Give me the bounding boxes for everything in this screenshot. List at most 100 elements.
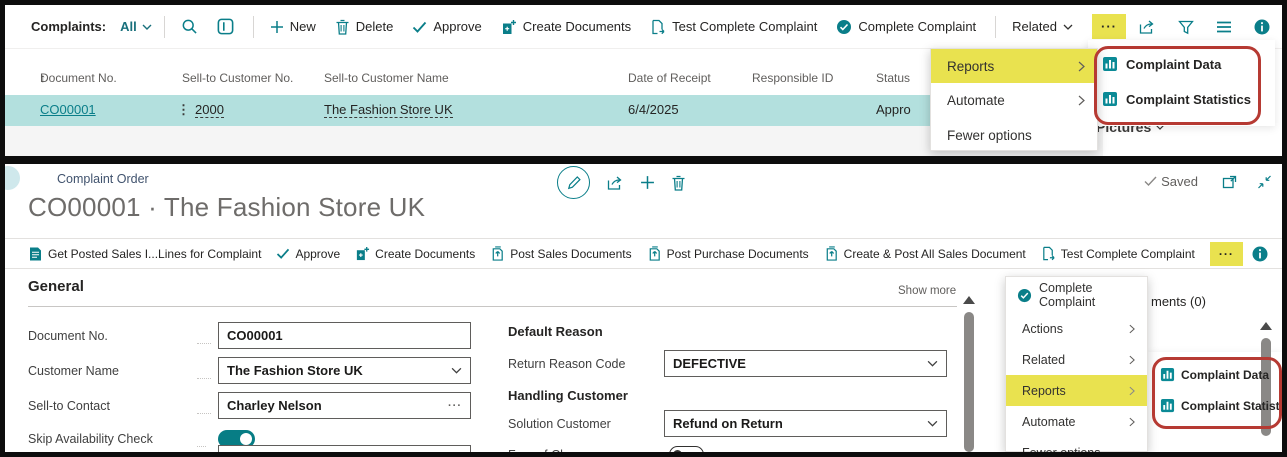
create-documents-button[interactable]: Create Documents xyxy=(501,19,631,35)
more-options-button[interactable]: ··· xyxy=(1210,242,1243,266)
card-action-bar: Get Posted Sales I...Lines for Complaint… xyxy=(5,238,1282,269)
complaint-order-page: Complaint Order Saved CO00001 · The Fash… xyxy=(5,164,1282,452)
menu-item-related[interactable]: Related xyxy=(1006,344,1147,375)
view-filter-all[interactable]: All xyxy=(120,19,152,34)
share-icon[interactable] xyxy=(606,175,624,191)
edit-button[interactable] xyxy=(557,166,590,199)
complete-complaint-button[interactable]: Complete Complaint xyxy=(836,19,976,35)
plus-icon[interactable] xyxy=(640,175,655,190)
factbox-scrollbar-thumb[interactable] xyxy=(1261,338,1271,436)
menu-item-fewer-options[interactable]: Fewer options xyxy=(1006,437,1147,452)
check-icon xyxy=(1144,176,1157,187)
free-of-charge-toggle[interactable] xyxy=(669,446,704,452)
report-icon xyxy=(1102,91,1118,107)
create-documents-button[interactable]: Create Documents xyxy=(355,246,475,261)
column-date-of-receipt[interactable]: Date of Receipt xyxy=(628,71,711,85)
menu-item-actions[interactable]: Actions xyxy=(1006,313,1147,344)
field-posting-date: Posting Date 6/4/2025 xyxy=(28,445,471,452)
field-solution-customer: Solution Customer Refund on Return xyxy=(508,410,946,437)
search-button[interactable] xyxy=(181,18,198,35)
save-status: Saved xyxy=(1144,174,1198,189)
analyze-button[interactable] xyxy=(217,18,234,35)
chevron-down-icon[interactable] xyxy=(927,420,938,427)
page-caption: Complaints: xyxy=(31,19,106,34)
sell-to-contact-input[interactable]: Charley Nelson ··· xyxy=(218,392,471,419)
scrollbar-thumb[interactable] xyxy=(964,312,974,452)
test-complete-complaint-button[interactable]: Test Complete Complaint xyxy=(1041,246,1195,261)
menu-item-complete-complaint[interactable]: Complete Complaint xyxy=(1006,277,1147,313)
menu-item-reports[interactable]: Reports xyxy=(1006,375,1147,406)
chevron-down-icon xyxy=(142,24,152,30)
chevron-right-icon xyxy=(1129,386,1135,396)
window-controls xyxy=(1222,175,1272,189)
factbox-tab-partial[interactable]: ments (0) xyxy=(1151,294,1206,309)
document-post-icon xyxy=(824,246,839,261)
open-in-window-icon[interactable] xyxy=(1222,175,1237,189)
row-sell-to-no[interactable]: 2000 xyxy=(195,102,224,118)
row-sell-to-name[interactable]: The Fashion Store UK xyxy=(324,102,453,118)
new-button[interactable]: New xyxy=(270,19,316,34)
analyze-icon xyxy=(217,18,234,35)
document-no-input[interactable]: CO00001 xyxy=(218,322,471,349)
test-complete-complaint-button[interactable]: Test Complete Complaint xyxy=(650,19,817,35)
factbox-scrollbar-up-arrow[interactable] xyxy=(1260,322,1272,330)
approve-button[interactable]: Approve xyxy=(412,19,481,34)
document-arrow-icon xyxy=(650,19,666,35)
solution-customer-input[interactable]: Refund on Return xyxy=(664,410,947,437)
collapse-icon[interactable] xyxy=(1257,175,1272,189)
row-context-menu-icon[interactable]: ⋮ xyxy=(177,102,191,118)
pencil-icon xyxy=(567,176,581,190)
chevron-right-icon xyxy=(1078,95,1085,106)
report-icon xyxy=(1102,56,1118,72)
show-more-link[interactable]: Show more xyxy=(898,285,956,297)
posting-date-input[interactable]: 6/4/2025 xyxy=(218,445,471,452)
column-responsible-id[interactable]: Responsible ID xyxy=(752,71,833,85)
default-reason-group-heading: Default Reason xyxy=(508,324,603,339)
chevron-down-icon[interactable] xyxy=(927,360,938,367)
return-reason-input[interactable]: DEFECTIVE xyxy=(664,350,947,377)
circle-check-icon xyxy=(1017,288,1032,303)
menu-item-automate[interactable]: Automate xyxy=(931,83,1097,118)
submenu-complaint-statistics[interactable]: Complaint Statistics xyxy=(1102,91,1251,107)
delete-button[interactable]: Delete xyxy=(335,19,394,35)
lookup-ellipsis-icon[interactable]: ··· xyxy=(448,400,462,412)
check-icon xyxy=(276,248,290,259)
document-post-icon xyxy=(490,246,505,261)
menu-item-automate[interactable]: Automate xyxy=(1006,406,1147,437)
share-icon[interactable] xyxy=(1138,19,1156,35)
get-posted-sales-lines-button[interactable]: Get Posted Sales I...Lines for Complaint xyxy=(28,246,261,262)
general-section-heading: General xyxy=(28,278,84,295)
chevron-right-icon xyxy=(1129,417,1135,427)
chevron-down-icon[interactable] xyxy=(451,367,462,374)
screenshot-frame: Complaints: All New Delete xyxy=(0,0,1287,457)
submenu-complaint-data[interactable]: Complaint Data xyxy=(1102,56,1221,72)
trash-icon[interactable] xyxy=(671,175,686,191)
column-sell-to-customer-name[interactable]: Sell-to Customer Name xyxy=(324,71,449,85)
chevron-right-icon xyxy=(1129,324,1135,334)
menu-item-fewer-options[interactable]: Fewer options xyxy=(931,118,1097,152)
post-sales-documents-button[interactable]: Post Sales Documents xyxy=(490,246,631,261)
related-menu-button[interactable]: Related xyxy=(1012,19,1073,34)
submenu-complaint-statistics[interactable]: Complaint Statistics xyxy=(1160,398,1282,413)
customer-name-input[interactable]: The Fashion Store UK xyxy=(218,357,471,384)
column-status[interactable]: Status xyxy=(876,71,910,85)
document-plus-icon xyxy=(355,246,370,261)
submenu-complaint-data[interactable]: Complaint Data xyxy=(1160,367,1269,382)
field-sell-to-contact: Sell-to Contact Charley Nelson ··· xyxy=(28,392,471,419)
approve-button[interactable]: Approve xyxy=(276,247,340,261)
filter-icon[interactable] xyxy=(1178,20,1194,35)
info-icon[interactable] xyxy=(1252,246,1268,262)
row-document-no-link[interactable]: CO00001 xyxy=(40,102,96,117)
info-icon[interactable] xyxy=(1254,19,1270,35)
more-options-button[interactable]: ··· xyxy=(1092,14,1126,39)
circle-check-icon xyxy=(836,19,852,35)
field-customer-name: Customer Name The Fashion Store UK xyxy=(28,357,471,384)
app-badge xyxy=(5,166,20,190)
handling-customer-group-heading: Handling Customer xyxy=(508,388,628,403)
create-post-all-sales-button[interactable]: Create & Post All Sales Document xyxy=(824,246,1026,261)
scrollbar-up-arrow[interactable] xyxy=(963,296,975,304)
menu-item-reports[interactable]: Reports xyxy=(931,49,1097,83)
post-purchase-documents-button[interactable]: Post Purchase Documents xyxy=(647,246,809,261)
list-view-icon[interactable] xyxy=(1216,21,1232,33)
column-sell-to-customer-no[interactable]: Sell-to Customer No. xyxy=(182,71,293,85)
